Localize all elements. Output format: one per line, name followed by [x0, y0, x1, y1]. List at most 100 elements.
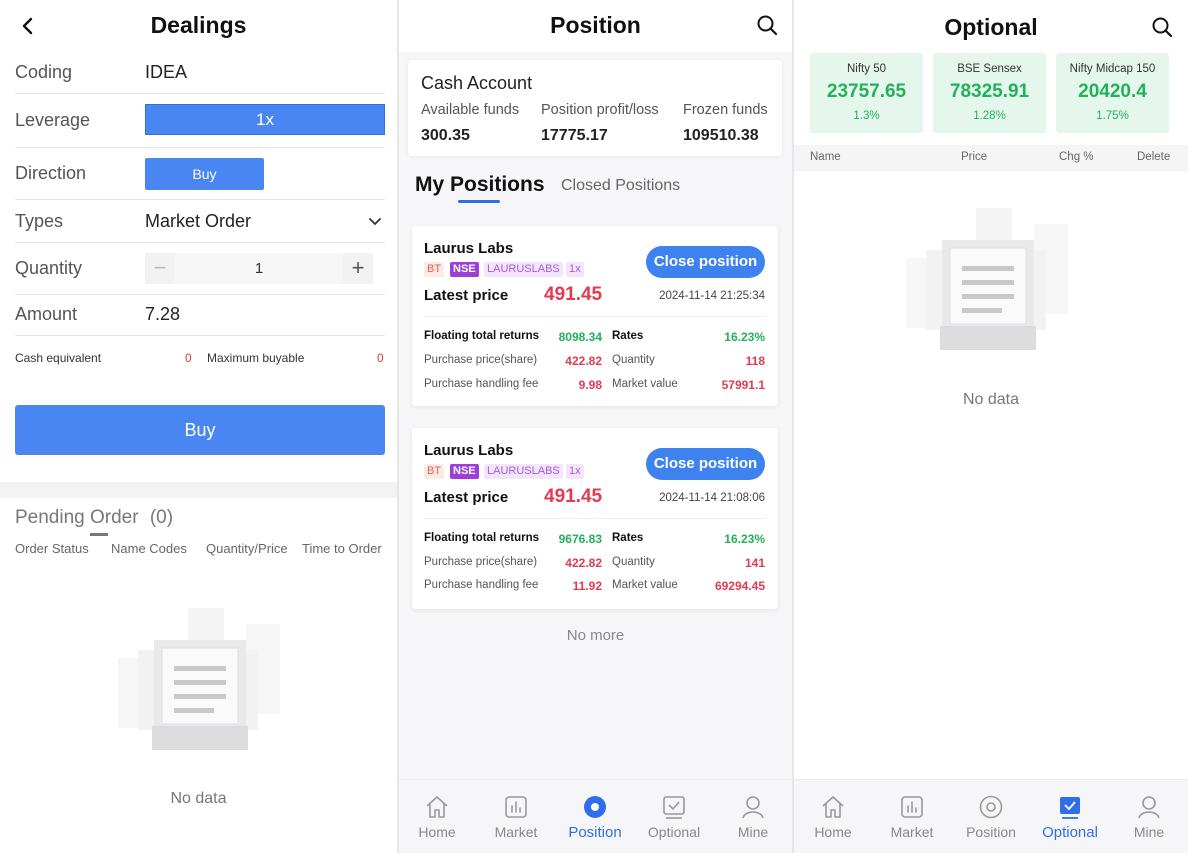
optional-check-icon — [1060, 797, 1080, 819]
rates-value: 16.23% — [724, 532, 765, 546]
close-position-button[interactable]: Close position — [646, 246, 765, 278]
active-tab-indicator — [458, 200, 500, 203]
index-change: 1.28% — [973, 110, 1006, 122]
quantity-label: Quantity — [612, 556, 655, 568]
tab-market-label: Market — [494, 824, 538, 840]
index-name: Nifty Midcap 150 — [1069, 63, 1156, 75]
position-panel: Position Cash Account Available funds Po… — [399, 0, 792, 853]
index-value: 78325.91 — [949, 81, 1030, 102]
quantity-value: 118 — [745, 354, 765, 368]
tab-home-label: Home — [814, 824, 852, 840]
types-row[interactable]: Types Market Order — [15, 200, 385, 243]
leverage-selector[interactable]: 1x — [145, 104, 385, 135]
tab-position[interactable]: Position — [565, 794, 625, 841]
cash-equivalent-value: 0 — [185, 351, 192, 365]
cash-account-title: Cash Account — [421, 73, 533, 93]
latest-price-label: Latest price — [424, 489, 509, 506]
buy-button[interactable]: Buy — [15, 405, 385, 455]
market-value-label: Market value — [612, 378, 678, 390]
market-chart-icon — [505, 796, 527, 818]
tab-home[interactable]: Home — [407, 794, 467, 840]
tab-mine[interactable]: Mine — [1119, 794, 1179, 840]
search-icon[interactable] — [756, 14, 778, 36]
position-card: Laurus Labs BT NSE LAURUSLABS 1x Close p… — [412, 428, 778, 609]
purchase-price-value: 422.82 — [565, 556, 602, 570]
index-value: 23757.65 — [826, 81, 907, 102]
tab-home[interactable]: Home — [803, 794, 863, 840]
column-name: Name — [810, 151, 841, 163]
index-value: 20420.4 — [1078, 81, 1147, 102]
index-card[interactable]: Nifty Midcap 150 20420.4 1.75% — [1056, 53, 1169, 133]
profit-loss-value: 17775.17 — [541, 127, 608, 144]
stock-code-tag: LAURUSLABS — [484, 262, 563, 277]
index-change: 1.3% — [853, 110, 880, 122]
quantity-row: Quantity − 1 + — [15, 243, 385, 295]
position-time: 2024-11-14 21:08:06 — [659, 492, 765, 504]
leverage-tag: 1x — [566, 464, 584, 479]
rates-label: Rates — [612, 532, 644, 544]
market-chart-icon — [901, 796, 923, 818]
column-time-to-order: Time to Order — [302, 541, 382, 556]
empty-state-text: No data — [170, 790, 227, 807]
floating-returns-label: Floating total returns — [424, 532, 539, 544]
tab-mine-label: Mine — [1133, 824, 1165, 840]
bt-tag: BT — [424, 464, 445, 479]
tab-position-label: Position — [966, 824, 1016, 840]
close-position-button[interactable]: Close position — [646, 448, 765, 480]
floating-returns-value: 8098.34 — [558, 330, 602, 344]
leverage-row: Leverage 1x — [15, 94, 385, 148]
optional-panel: Optional Nifty 50 23757.65 1.3% BSE Sens… — [794, 0, 1188, 853]
tab-closed-positions[interactable]: Closed Positions — [561, 177, 680, 195]
tab-position-label: Position — [568, 824, 622, 841]
index-card[interactable]: Nifty 50 23757.65 1.3% — [810, 53, 923, 133]
position-icon — [584, 796, 606, 818]
rates-value: 16.23% — [724, 330, 765, 344]
tab-market-label: Market — [890, 824, 934, 840]
page-title: Optional — [944, 14, 1038, 40]
tab-mine[interactable]: Mine — [723, 794, 783, 840]
search-icon[interactable] — [1151, 16, 1173, 38]
tab-optional[interactable]: Optional — [644, 794, 704, 840]
section-divider — [0, 482, 397, 498]
stock-name: Laurus Labs — [424, 442, 514, 459]
empty-document-icon — [906, 208, 1068, 350]
handling-fee-value: 11.92 — [572, 579, 602, 593]
pending-order-label: Pending Order — [15, 507, 139, 528]
max-buyable-value: 0 — [377, 351, 384, 365]
increment-button[interactable]: + — [343, 253, 373, 284]
quantity-input[interactable]: 1 — [175, 253, 343, 284]
position-card: Laurus Labs BT NSE LAURUSLABS 1x Close p… — [412, 226, 778, 406]
types-label: Types — [15, 211, 64, 231]
empty-document-icon — [118, 608, 280, 750]
index-card[interactable]: BSE Sensex 78325.91 1.28% — [933, 53, 1046, 133]
direction-buy-button[interactable]: Buy — [145, 158, 264, 190]
tab-my-positions[interactable]: My Positions — [415, 173, 545, 197]
position-time: 2024-11-14 21:25:34 — [659, 290, 765, 302]
handling-fee-label: Purchase handling fee — [424, 579, 539, 591]
column-delete: Delete — [1137, 151, 1171, 163]
purchase-price-value: 422.82 — [565, 354, 602, 368]
pending-order-title: Pending Order (0) — [15, 507, 173, 529]
stock-code-tag: LAURUSLABS — [484, 464, 563, 479]
tab-position[interactable]: Position — [961, 794, 1021, 840]
frozen-funds-value: 109510.38 — [683, 127, 759, 144]
stock-name: Laurus Labs — [424, 240, 514, 257]
tab-optional[interactable]: Optional — [1040, 794, 1100, 841]
bt-tag: BT — [424, 262, 445, 277]
bottom-tab-bar: Home Market Position Optional Mine — [794, 779, 1188, 853]
pending-order-count: (0) — [149, 507, 174, 528]
handling-fee-label: Purchase handling fee — [424, 378, 539, 390]
latest-price-value: 491.45 — [544, 284, 603, 305]
decrement-button[interactable]: − — [145, 253, 175, 284]
home-icon — [822, 796, 844, 818]
bottom-tab-bar: Home Market Position Optional Mine — [399, 779, 792, 853]
index-name: BSE Sensex — [957, 63, 1022, 75]
tab-mine-label: Mine — [737, 824, 769, 840]
amount-value: 7.28 — [145, 304, 181, 324]
handling-fee-value: 9.98 — [578, 378, 602, 392]
types-select[interactable]: Market Order — [145, 211, 251, 232]
chevron-down-icon[interactable] — [367, 214, 383, 230]
tab-market[interactable]: Market — [486, 794, 546, 840]
tab-market[interactable]: Market — [882, 794, 942, 840]
direction-row: Direction Buy — [15, 148, 385, 200]
